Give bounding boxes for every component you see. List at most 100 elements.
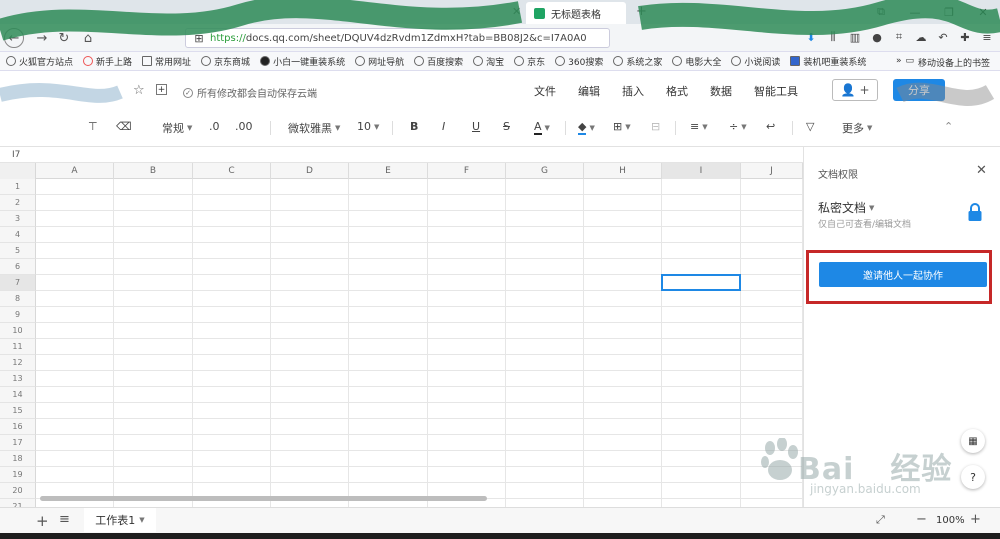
cell-reference[interactable]: I7 xyxy=(0,147,803,163)
row-header-17[interactable]: 17 xyxy=(0,435,36,451)
bookmark-item[interactable]: 淘宝 xyxy=(473,55,504,68)
horizontal-scrollbar[interactable] xyxy=(40,496,487,501)
column-header-j[interactable]: J xyxy=(741,163,803,179)
font-size-select[interactable]: 10 ▼ xyxy=(357,120,379,133)
extensions-icon[interactable]: ✚ xyxy=(958,30,972,44)
bookmark-item[interactable]: 小白一键重装系统 xyxy=(260,55,345,68)
browser-tab-active[interactable]: 无标题表格 xyxy=(526,2,626,24)
privacy-select[interactable]: 私密文档 ▼ xyxy=(818,199,874,216)
column-header-e[interactable]: E xyxy=(349,163,428,179)
italic-button[interactable]: I xyxy=(442,120,445,133)
menu-insert[interactable]: 插入 xyxy=(622,83,644,99)
font-family-select[interactable]: 微软雅黑 ▼ xyxy=(288,120,340,136)
underline-button[interactable]: U xyxy=(472,120,480,133)
column-header-d[interactable]: D xyxy=(271,163,349,179)
bookmark-item[interactable]: 小说阅读 xyxy=(731,55,780,68)
row-header-19[interactable]: 19 xyxy=(0,467,36,483)
invite-collaborators-button[interactable]: 邀请他人一起协作 xyxy=(819,262,987,287)
clear-format-icon[interactable]: ⌫ xyxy=(116,120,132,133)
zoom-in-icon[interactable]: + xyxy=(970,512,981,527)
merge-cells-icon[interactable]: ⊟ xyxy=(651,120,660,133)
collapse-toolbar-icon[interactable]: ⌃ xyxy=(944,120,953,133)
menu-file[interactable]: 文件 xyxy=(534,83,556,99)
column-header-a[interactable]: A xyxy=(36,163,114,179)
column-header-c[interactable]: C xyxy=(193,163,271,179)
row-header-8[interactable]: 8 xyxy=(0,291,36,307)
minimize-icon[interactable]: — xyxy=(898,0,932,24)
horizontal-align-button[interactable]: ≡ ▼ xyxy=(690,120,708,133)
fill-color-button[interactable]: ◆ ▼ xyxy=(578,120,595,135)
format-painter-icon[interactable]: ⊤ xyxy=(88,120,98,133)
new-tab-icon[interactable]: + xyxy=(636,4,647,19)
back-icon[interactable]: ← xyxy=(4,28,24,48)
bookmark-item[interactable]: 百度搜索 xyxy=(414,55,463,68)
bookmark-item[interactable]: 装机吧重装系统 xyxy=(790,55,866,68)
row-header-3[interactable]: 3 xyxy=(0,211,36,227)
maximize-icon[interactable]: ❐ xyxy=(932,0,966,24)
decrease-decimal-button[interactable]: .0 xyxy=(209,120,220,133)
fullscreen-icon[interactable]: ⤢ xyxy=(876,513,885,527)
library-icon[interactable]: ⫼ xyxy=(826,30,840,44)
number-format-select[interactable]: 常规 ▼ xyxy=(162,120,192,136)
row-header-10[interactable]: 10 xyxy=(0,323,36,339)
column-header-i[interactable]: I xyxy=(662,163,741,179)
bookmark-item[interactable]: 电影大全 xyxy=(672,55,721,68)
row-header-2[interactable]: 2 xyxy=(0,195,36,211)
menu-format[interactable]: 格式 xyxy=(666,83,688,99)
add-collaborator-button[interactable]: 👤 + xyxy=(832,79,878,101)
home-icon[interactable]: ⌂ xyxy=(78,28,98,48)
select-all-corner[interactable] xyxy=(0,163,36,179)
star-icon[interactable]: ☆ xyxy=(133,83,145,98)
row-header-7[interactable]: 7 xyxy=(0,275,36,291)
share-button[interactable]: 分享 xyxy=(893,79,945,101)
account-icon[interactable]: ● xyxy=(870,30,884,44)
close-window-icon[interactable]: ✕ xyxy=(966,0,1000,24)
menu-data[interactable]: 数据 xyxy=(710,83,732,99)
restore-icon[interactable]: ⧉ xyxy=(864,0,898,24)
reload-icon[interactable]: ↻ xyxy=(54,28,74,48)
row-header-12[interactable]: 12 xyxy=(0,355,36,371)
sidebar-icon[interactable]: ▥ xyxy=(848,30,862,44)
sheet-tab[interactable]: 工作表1 ▼ xyxy=(84,508,156,532)
close-panel-icon[interactable]: ✕ xyxy=(976,163,987,178)
bookmark-item[interactable]: 常用网址 xyxy=(142,55,191,68)
bookmark-item[interactable]: 京东商城 xyxy=(201,55,250,68)
row-header-18[interactable]: 18 xyxy=(0,451,36,467)
screenshot-icon[interactable]: ⌗ xyxy=(892,30,906,44)
forward-icon[interactable]: → xyxy=(32,28,52,48)
zoom-out-icon[interactable]: − xyxy=(916,512,927,527)
site-info-icon[interactable]: ⊞ xyxy=(192,31,206,45)
row-header-11[interactable]: 11 xyxy=(0,339,36,355)
bookmark-item[interactable]: 火狐官方站点 xyxy=(6,55,73,68)
menu-smart-tools[interactable]: 智能工具 xyxy=(754,83,798,99)
column-header-b[interactable]: B xyxy=(114,163,193,179)
sheet-list-icon[interactable]: ≡ xyxy=(59,512,70,527)
bookmark-item[interactable]: 网址导航 xyxy=(355,55,404,68)
undo-icon[interactable]: ↶ xyxy=(936,30,950,44)
menu-edit[interactable]: 编辑 xyxy=(578,83,600,99)
bookmark-item[interactable]: 新手上路 xyxy=(83,55,132,68)
bookmark-item[interactable]: 京东 xyxy=(514,55,545,68)
download-icon[interactable]: ⬇ xyxy=(804,30,818,44)
close-tab-icon[interactable]: ✕ xyxy=(512,5,521,18)
row-header-14[interactable]: 14 xyxy=(0,387,36,403)
column-header-f[interactable]: F xyxy=(428,163,506,179)
vertical-align-button[interactable]: ÷ ▼ xyxy=(729,120,747,133)
column-header-h[interactable]: H xyxy=(584,163,662,179)
borders-button[interactable]: ⊞ ▼ xyxy=(613,120,631,133)
row-header-16[interactable]: 16 xyxy=(0,419,36,435)
column-header-g[interactable]: G xyxy=(506,163,584,179)
chat-icon[interactable]: ☁ xyxy=(914,30,928,44)
strikethrough-button[interactable]: S xyxy=(503,120,510,133)
menu-icon[interactable]: ≡ xyxy=(980,30,994,44)
address-bar[interactable]: ⊞ https:// docs.qq.com/sheet/DQUV4dzRvdm… xyxy=(185,28,610,48)
increase-decimal-button[interactable]: .00 xyxy=(235,120,253,133)
selected-cell[interactable] xyxy=(661,274,741,291)
row-header-1[interactable]: 1 xyxy=(0,179,36,195)
more-button[interactable]: 更多 ▼ xyxy=(842,120,872,136)
filter-icon[interactable]: ▽ xyxy=(806,120,814,133)
row-header-9[interactable]: 9 xyxy=(0,307,36,323)
row-header-4[interactable]: 4 xyxy=(0,227,36,243)
row-header-15[interactable]: 15 xyxy=(0,403,36,419)
row-header-6[interactable]: 6 xyxy=(0,259,36,275)
